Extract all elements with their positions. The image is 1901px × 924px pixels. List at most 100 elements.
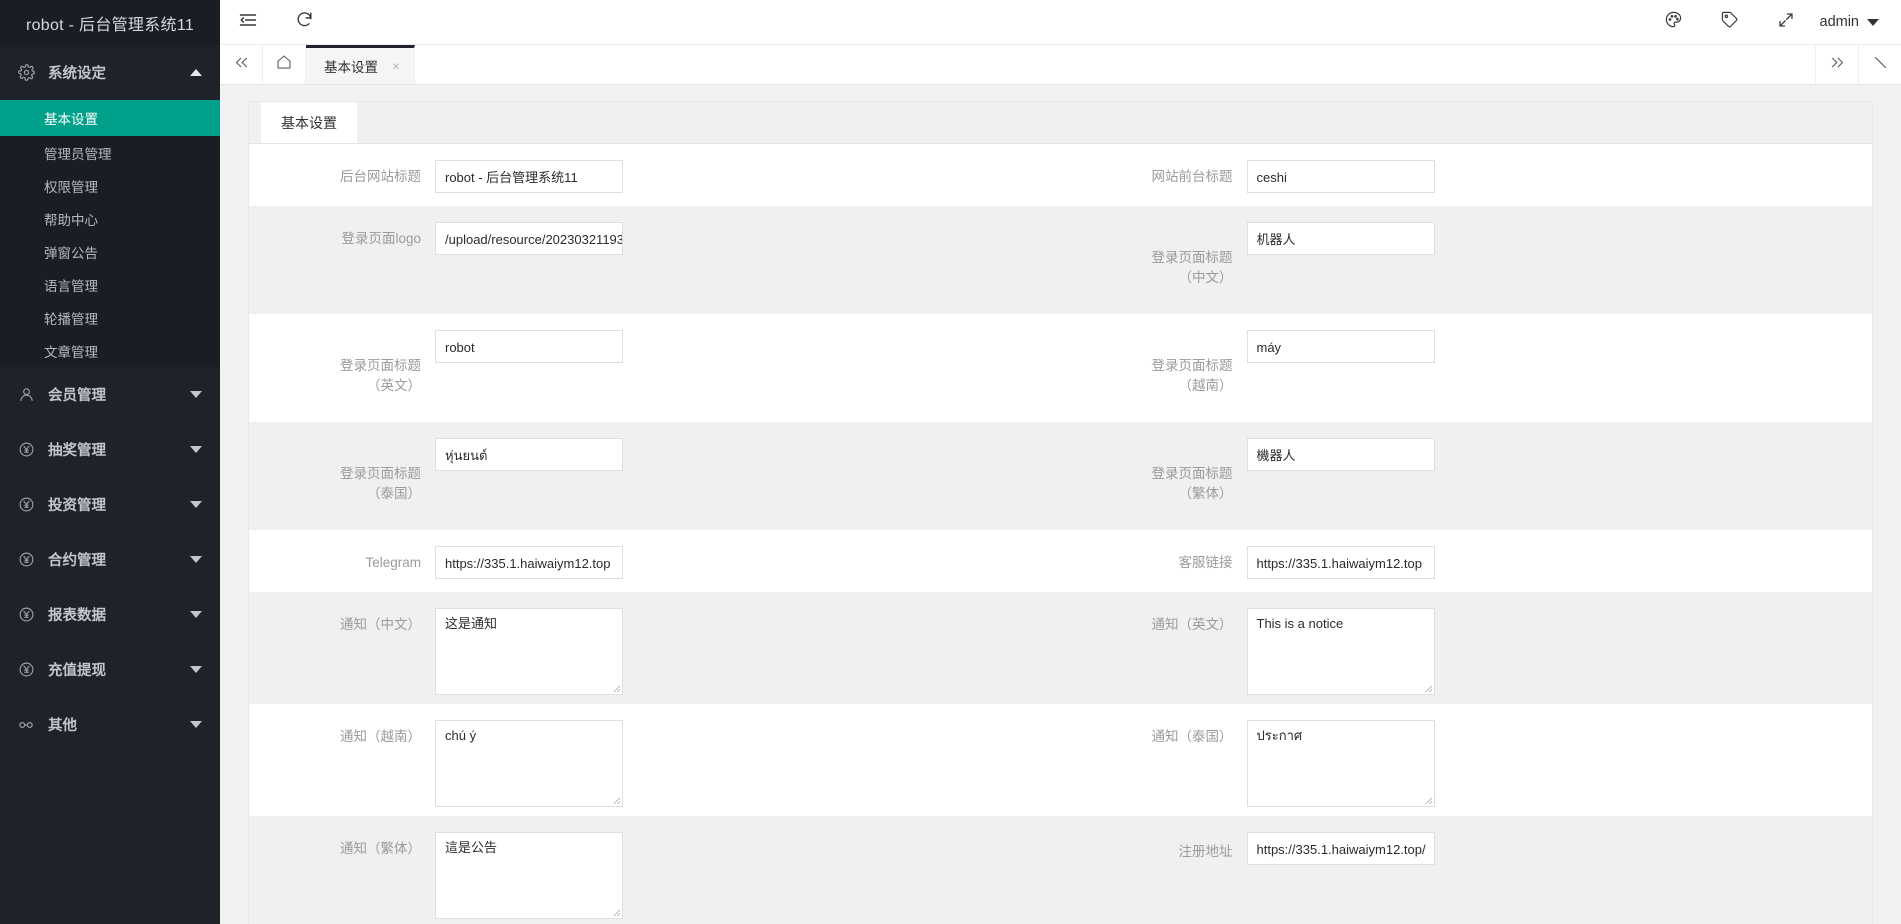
tag-button[interactable] (1702, 0, 1758, 45)
field-label: 通知（英文） (1061, 608, 1247, 635)
field-label: 客服链接 (1061, 546, 1247, 573)
field-label: 登录页面标题 （繁体） (1061, 438, 1247, 524)
yen-circle-icon (16, 660, 36, 680)
form-row: 通知（中文） 这是通知 通知（英文） This is a notice (249, 592, 1872, 704)
tab-right-controls (1815, 45, 1901, 84)
gear-icon (16, 63, 36, 83)
login-title-tw-input[interactable]: 機器人 (1247, 438, 1435, 471)
tab-bar: 基本设置 × (220, 45, 1901, 85)
tab-basic-settings[interactable]: 基本设置 × (306, 45, 415, 84)
notice-vn-textarea[interactable]: chú ý (435, 720, 623, 807)
field-notice-cn: 通知（中文） 这是通知 (249, 592, 1061, 695)
sidebar-group-lottery[interactable]: 抽奖管理 (0, 422, 220, 477)
field-backend-site-title: 后台网站标题 robot - 后台管理系统11 (249, 144, 1061, 193)
tabs-more-menu-button[interactable] (1858, 45, 1901, 84)
notice-cn-textarea[interactable]: 这是通知 (435, 608, 623, 695)
indent-menu-icon (238, 10, 258, 35)
field-label: 网站前台标题 (1061, 160, 1247, 187)
tabs-home-button[interactable] (263, 45, 306, 84)
sidebar-group-members[interactable]: 会员管理 (0, 367, 220, 422)
login-title-vn-input[interactable]: máy (1247, 330, 1435, 363)
sidebar-group-label: 合约管理 (48, 549, 190, 570)
sidebar-group-recharge-withdraw[interactable]: 充值提现 (0, 642, 220, 697)
field-service-link: 客服链接 https://335.1.haiwaiym12.top (1061, 530, 1873, 579)
field-label-main: 登录页面标题 (340, 466, 421, 481)
yen-circle-icon (16, 550, 36, 570)
field-login-title-en: 登录页面标题 （英文） robot (249, 314, 1061, 416)
field-label: 登录页面标题 （泰国） (249, 438, 435, 524)
sidebar-item-carousel-management[interactable]: 轮播管理 (0, 301, 220, 334)
sidebar-group-label: 投资管理 (48, 494, 190, 515)
field-label-sub: （越南） (1061, 376, 1233, 396)
settings-form: 后台网站标题 robot - 后台管理系统11 网站前台标题 ceshi 登录页… (249, 144, 1872, 924)
backend-site-title-input[interactable]: robot - 后台管理系统11 (435, 160, 623, 193)
login-logo-input[interactable]: /upload/resource/2023032119304 (435, 222, 623, 255)
field-notice-vn: 通知（越南） chú ý (249, 704, 1061, 807)
refresh-icon (295, 10, 314, 34)
tabs-scroll-left-button[interactable] (220, 45, 263, 84)
field-label-main: 登录页面标题 (340, 358, 421, 373)
login-title-cn-input[interactable]: 机器人 (1247, 222, 1435, 255)
field-notice-th: 通知（泰国） ประกาศ (1061, 704, 1873, 807)
user-menu[interactable]: admin (1814, 0, 1901, 45)
field-login-title-th: 登录页面标题 （泰国） หุ่นยนต์ (249, 422, 1061, 524)
sidebar-group-contract[interactable]: 合约管理 (0, 532, 220, 587)
field-label-main: 登录页面标题 (1152, 358, 1233, 373)
chevron-down-icon (190, 611, 202, 618)
sidebar-collapse-button[interactable] (220, 0, 276, 45)
sidebar-item-language-management[interactable]: 语言管理 (0, 268, 220, 301)
sidebar-item-label: 权限管理 (44, 176, 98, 196)
form-row: Telegram https://335.1.haiwaiym12.top 客服… (249, 530, 1872, 592)
notice-th-textarea[interactable]: ประกาศ (1247, 720, 1435, 807)
sidebar-item-label: 帮助中心 (44, 209, 98, 229)
sidebar-item-label: 文章管理 (44, 341, 98, 361)
sidebar-item-popup-announcement[interactable]: 弹窗公告 (0, 235, 220, 268)
sidebar-item-admin-management[interactable]: 管理员管理 (0, 136, 220, 169)
form-row: 登录页面标题 （泰国） หุ่นยนต์ 登录页面标题 （繁体） 機器人 (249, 422, 1872, 530)
sidebar: robot - 后台管理系统11 系统设定 基本设置 管理员管理 权限管理 帮助… (0, 0, 220, 924)
settings-card: 基本设置 后台网站标题 robot - 后台管理系统11 网站前台标题 cesh… (248, 101, 1873, 924)
field-label-sub: （泰国） (249, 484, 421, 504)
top-header: admin (220, 0, 1901, 45)
tabs-strip: 基本设置 × (306, 45, 1815, 84)
fullscreen-button[interactable] (1758, 0, 1814, 45)
sidebar-item-article-management[interactable]: 文章管理 (0, 334, 220, 367)
tag-icon (1720, 10, 1739, 34)
register-url-input[interactable]: https://335.1.haiwaiym12.top/ (1247, 832, 1435, 865)
field-login-title-vn: 登录页面标题 （越南） máy (1061, 314, 1873, 416)
sidebar-group-system[interactable]: 系统设定 (0, 45, 220, 100)
home-icon (275, 53, 293, 76)
sidebar-item-label: 弹窗公告 (44, 242, 98, 262)
main-content: 基本设置 后台网站标题 robot - 后台管理系统11 网站前台标题 cesh… (220, 85, 1901, 924)
form-row: 通知（越南） chú ý 通知（泰国） ประกาศ (249, 704, 1872, 816)
field-label: 登录页面标题 （中文） (1061, 222, 1247, 308)
service-link-input[interactable]: https://335.1.haiwaiym12.top (1247, 546, 1435, 579)
theme-button[interactable] (1646, 0, 1702, 45)
refresh-button[interactable] (276, 0, 332, 45)
sidebar-group-other[interactable]: 其他 (0, 697, 220, 752)
user-icon (16, 385, 36, 405)
notice-tw-textarea[interactable]: 這是公告 (435, 832, 623, 919)
field-login-logo: 登录页面logo /upload/resource/2023032119304 (249, 206, 1061, 255)
tab-close-icon[interactable]: × (392, 59, 400, 73)
chevron-down-icon (190, 666, 202, 673)
sidebar-group-reports[interactable]: 报表数据 (0, 587, 220, 642)
field-label: 注册地址 (1061, 835, 1247, 862)
field-register-url: 注册地址 https://335.1.haiwaiym12.top/ (1061, 816, 1873, 865)
sidebar-item-help-center[interactable]: 帮助中心 (0, 202, 220, 235)
chevron-up-icon (190, 69, 202, 76)
sidebar-group-investment[interactable]: 投资管理 (0, 477, 220, 532)
chevron-double-left-icon (233, 54, 250, 76)
tabs-scroll-right-button[interactable] (1815, 45, 1858, 84)
sidebar-item-basic-settings[interactable]: 基本设置 (0, 100, 220, 136)
login-title-th-input[interactable]: หุ่นยนต์ (435, 438, 623, 471)
sidebar-item-label: 语言管理 (44, 275, 98, 295)
frontend-site-title-input[interactable]: ceshi (1247, 160, 1435, 193)
sidebar-item-permission-management[interactable]: 权限管理 (0, 169, 220, 202)
login-title-en-input[interactable]: robot (435, 330, 623, 363)
field-login-title-tw: 登录页面标题 （繁体） 機器人 (1061, 422, 1873, 524)
field-label-sub: （英文） (249, 376, 421, 396)
telegram-input[interactable]: https://335.1.haiwaiym12.top (435, 546, 623, 579)
notice-en-textarea[interactable]: This is a notice (1247, 608, 1435, 695)
card-tab-basic-settings[interactable]: 基本设置 (261, 102, 357, 143)
